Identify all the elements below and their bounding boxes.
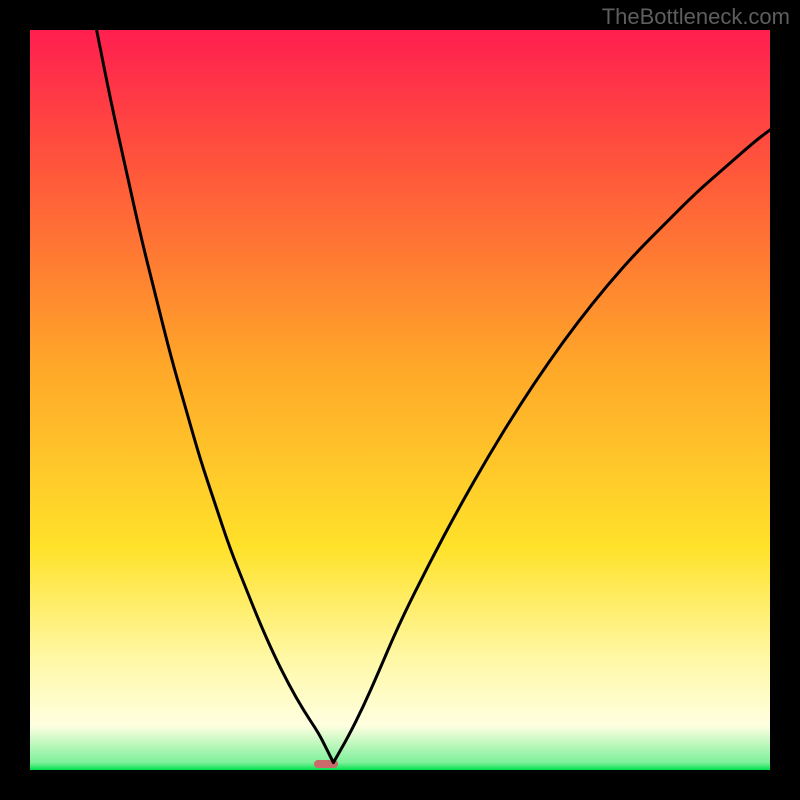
outer-frame: TheBottleneck.com bbox=[0, 0, 800, 800]
plot-area bbox=[30, 30, 770, 770]
watermark: TheBottleneck.com bbox=[602, 4, 790, 30]
bottleneck-curve bbox=[30, 30, 770, 770]
